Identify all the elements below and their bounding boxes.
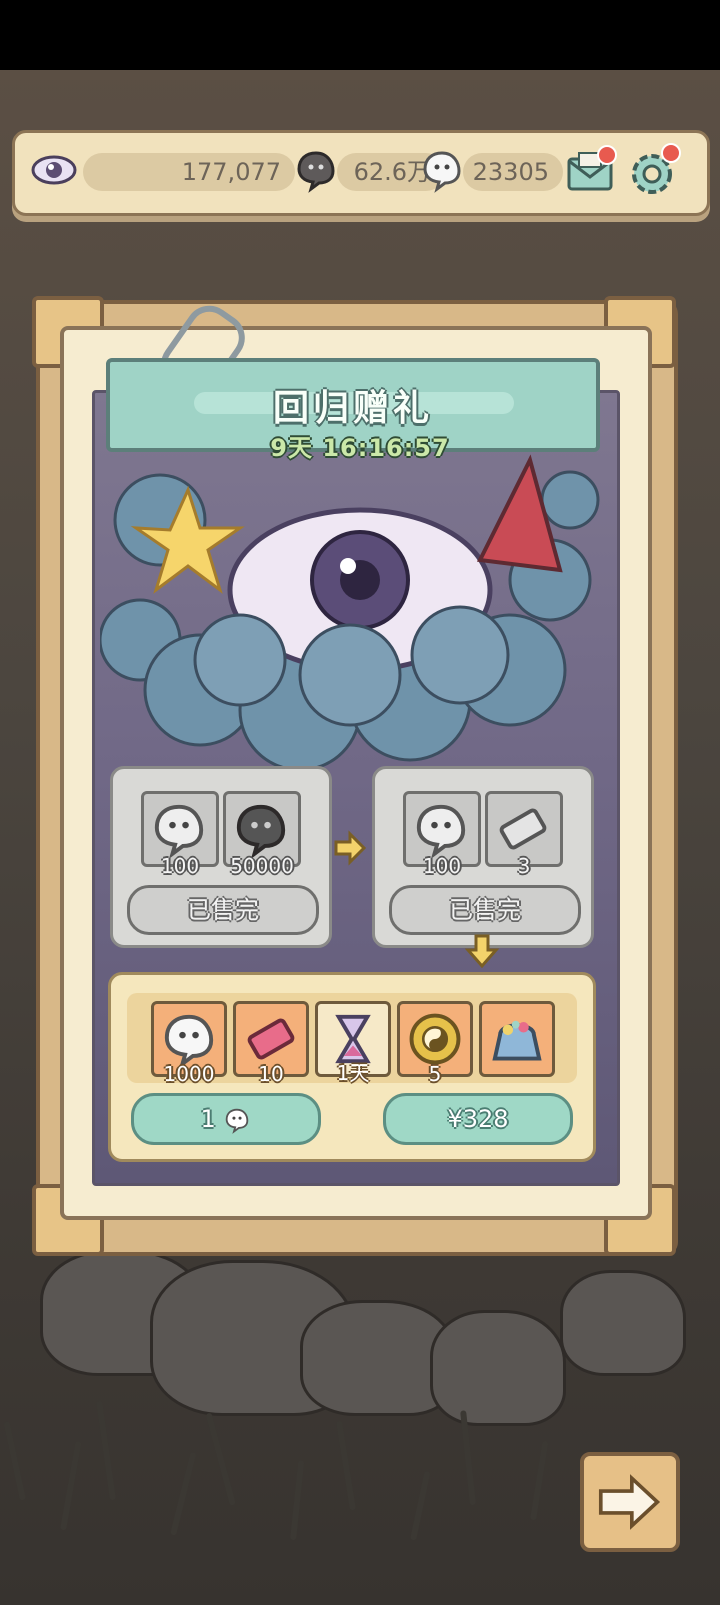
reward-quantity: 3: [517, 854, 531, 878]
white-ghost-icon: [423, 151, 461, 193]
white-ghost-icon: [154, 804, 204, 859]
sold-out-button[interactable]: 已售完: [127, 885, 319, 935]
eye-icon: [31, 155, 77, 185]
ghost-price: 1: [200, 1105, 216, 1133]
eye-amount: 177,077: [83, 153, 295, 191]
reward-quantity: 5: [428, 1062, 442, 1086]
reward-quantity: 1000: [163, 1062, 215, 1086]
ghost-price-button[interactable]: 1: [131, 1093, 321, 1145]
bundle-items: 1000 10 1天 5: [127, 993, 577, 1086]
reward-quantity: 10: [258, 1062, 284, 1086]
bundle-slot: [479, 1001, 555, 1077]
arrow-down-icon: [464, 934, 500, 969]
reward-quantity: 100: [422, 854, 462, 878]
offer-card: 100 50000 已售完: [110, 766, 332, 948]
white-ghost-icon: [164, 1014, 214, 1069]
bundle-slot: 1000: [151, 1001, 227, 1086]
white-ghost-amount: 23305: [463, 153, 563, 191]
reward-slot: 100: [141, 791, 219, 878]
offer-card: 100 3 已售完: [372, 766, 594, 948]
arrow-right-icon: [598, 1474, 661, 1530]
treasure-bag-icon: [492, 1020, 542, 1061]
white-ghost-icon: [416, 804, 466, 859]
reward-quantity: 100: [160, 854, 200, 878]
reward-quantity: 50000: [230, 854, 294, 878]
settings-notification-badge: [661, 143, 681, 163]
wizard-eye-illustration: [100, 454, 600, 772]
resource-bar: 177,077 62.6万 23305: [12, 130, 710, 216]
reward-slot: 50000: [223, 791, 301, 878]
yin-yang-coin-icon: [409, 1013, 461, 1065]
next-button[interactable]: [580, 1452, 680, 1552]
bundle-offer: 1000 10 1天 5 1 ¥328: [108, 972, 596, 1162]
bundle-slot: 10: [233, 1001, 309, 1086]
dark-ghost-icon: [297, 151, 335, 193]
event-title: 回归赠礼: [272, 388, 433, 429]
status-bar: [0, 0, 720, 70]
pink-ticket-icon: [247, 1018, 295, 1060]
mail-notification-badge: [597, 145, 617, 165]
reward-slot: 100: [403, 791, 481, 878]
bundle-slot: 5: [397, 1001, 473, 1086]
ticket-icon: [499, 808, 547, 850]
event-timer: 9天 16:16:57: [270, 434, 450, 462]
dark-ghost-icon: [236, 804, 286, 859]
reward-slot: 3: [485, 791, 563, 878]
bundle-slot: 1天: [315, 1001, 391, 1085]
reward-quantity: 1天: [336, 1061, 370, 1085]
sold-out-button[interactable]: 已售完: [389, 885, 581, 935]
arrow-right-icon: [334, 830, 367, 866]
purchase-button[interactable]: ¥328: [383, 1093, 573, 1145]
white-ghost-icon: [226, 1108, 249, 1134]
